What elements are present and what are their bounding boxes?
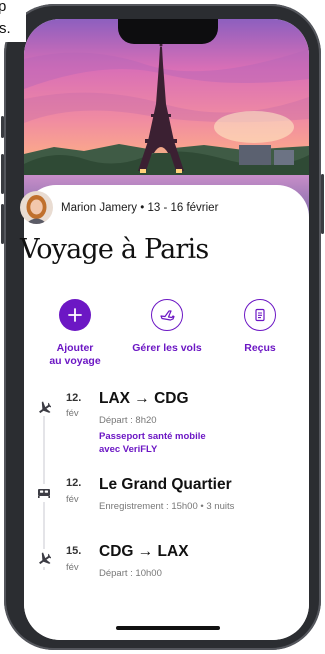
receipts-button[interactable]: Reçus bbox=[215, 299, 305, 355]
avatar[interactable] bbox=[20, 191, 53, 224]
page-title: Voyage à Paris bbox=[20, 234, 209, 265]
event-day: 12. bbox=[66, 392, 82, 404]
airplane-icon bbox=[151, 299, 183, 331]
event-month: fév bbox=[66, 562, 79, 573]
volume-up-button bbox=[1, 154, 4, 194]
bed-icon bbox=[35, 484, 53, 502]
receipt-icon bbox=[244, 299, 276, 331]
event-day: 12. bbox=[66, 477, 82, 489]
cropped-text-fragment: p s. bbox=[0, 0, 26, 42]
event-month: fév bbox=[66, 408, 79, 419]
add-to-trip-label: Ajouter au voyage bbox=[49, 342, 101, 367]
flight-departure: Départ : 8h20 bbox=[99, 415, 157, 426]
mute-switch bbox=[1, 116, 4, 138]
power-button bbox=[321, 174, 324, 234]
receipts-label: Reçus bbox=[244, 342, 276, 354]
hotel-checkin: Enregistrement : 15h00 • 3 nuits bbox=[99, 501, 235, 512]
event-day: 15. bbox=[66, 545, 82, 557]
manage-flights-button[interactable]: Gérer les vols bbox=[122, 299, 212, 355]
airplane-icon bbox=[35, 398, 53, 416]
event-month: fév bbox=[66, 494, 79, 505]
traveler-header: Marion Jamery • 13 - 16 février bbox=[20, 191, 218, 224]
plus-icon bbox=[59, 299, 91, 331]
notch bbox=[118, 19, 218, 44]
home-indicator[interactable] bbox=[116, 626, 220, 630]
traveler-name-dates: Marion Jamery • 13 - 16 février bbox=[61, 201, 219, 214]
volume-down-button bbox=[1, 204, 4, 244]
airplane-icon bbox=[35, 549, 53, 567]
hotel-title[interactable]: Le Grand Quartier bbox=[99, 476, 232, 494]
flight-departure: Départ : 10h00 bbox=[99, 568, 162, 579]
health-passport-link[interactable]: Passeport santé mobile avec VeriFLY bbox=[99, 431, 206, 456]
flight-title[interactable]: LAX → CDG bbox=[99, 390, 189, 408]
flight-title[interactable]: CDG → LAX bbox=[99, 543, 189, 561]
manage-flights-label: Gérer les vols bbox=[132, 342, 202, 354]
add-to-trip-button[interactable]: Ajouter au voyage bbox=[30, 299, 120, 368]
